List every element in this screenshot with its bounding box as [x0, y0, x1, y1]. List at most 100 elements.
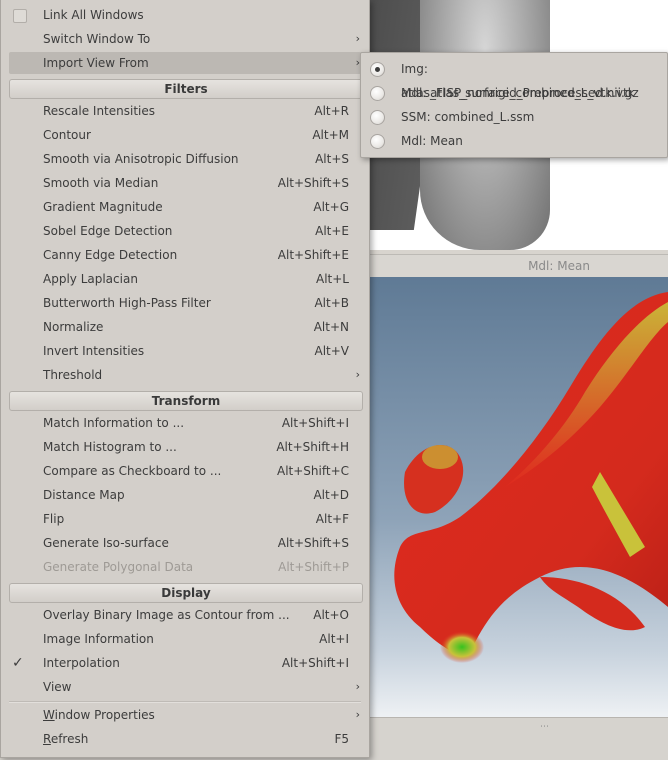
checkmark-icon: ✓ — [12, 655, 24, 671]
menu-item-label: Canny Edge Detection — [43, 248, 178, 262]
menu-item-label: Overlay Binary Image as Contour from ... — [43, 608, 290, 622]
menu-item-shortcut: Alt+Shift+E — [277, 248, 349, 262]
menu-item-label: Contour — [43, 128, 91, 142]
menu-item-label: Butterworth High-Pass Filter — [43, 296, 211, 310]
radio-icon[interactable] — [370, 134, 385, 149]
menu-item-label: Gradient Magnitude — [43, 200, 163, 214]
menu-item-shortcut: Alt+Shift+I — [281, 656, 349, 670]
menu-item-label: Window Properties — [43, 703, 155, 727]
menu-item-label: Smooth via Median — [43, 176, 159, 190]
menu-item-label: Apply Laplacian — [43, 272, 138, 286]
menu-item-compare-checkboard[interactable]: Compare as Checkboard to ... Alt+Shift+C — [1, 459, 369, 483]
menu-item-label: Match Information to ... — [43, 416, 185, 430]
menu-item-match-information[interactable]: Match Information to ... Alt+Shift+I — [1, 411, 369, 435]
menu-item-label: Match Histogram to ... — [43, 440, 177, 454]
menu-item-shortcut: Alt+L — [316, 272, 349, 286]
context-menu: Link All Windows Switch Window To › Impo… — [0, 0, 370, 758]
menu-item-canny-edge[interactable]: Canny Edge Detection Alt+Shift+E — [1, 243, 369, 267]
menu-item-label: Rescale Intensities — [43, 104, 156, 118]
submenu-item-label: SSM: combined_L.ssm — [401, 110, 535, 124]
menu-item-normalize[interactable]: Normalize Alt+N — [1, 315, 369, 339]
menu-item-label: Switch Window To — [43, 32, 151, 46]
menu-item-gradient-magnitude[interactable]: Gradient Magnitude Alt+G — [1, 195, 369, 219]
menu-item-label: Interpolation — [43, 656, 120, 670]
submenu-item-label: Mdl: Mean — [401, 134, 463, 148]
menu-item-shortcut: Alt+O — [313, 608, 349, 622]
menu-item-label: Normalize — [43, 320, 104, 334]
menu-item-shortcut: Alt+Shift+H — [276, 440, 349, 454]
menu-item-shortcut: Alt+Shift+I — [281, 416, 349, 430]
menu-item-import-view-from[interactable]: Import View From › — [1, 51, 369, 75]
menu-item-window-properties[interactable]: Window Properties › — [1, 703, 369, 727]
menu-item-shortcut: Alt+M — [312, 128, 349, 142]
section-header-transform: Transform — [9, 391, 363, 411]
chevron-right-icon: › — [355, 708, 360, 721]
mnemonic-letter: R — [43, 732, 51, 746]
menu-item-link-all-windows[interactable]: Link All Windows — [1, 3, 369, 27]
menu-item-label: Distance Map — [43, 488, 125, 502]
menu-item-generate-polygonal-data: Generate Polygonal Data Alt+Shift+P — [1, 555, 369, 579]
menu-item-apply-laplacian[interactable]: Apply Laplacian Alt+L — [1, 267, 369, 291]
menu-item-shortcut: Alt+E — [315, 224, 349, 238]
radio-icon[interactable] — [370, 86, 385, 101]
menu-item-shortcut: Alt+Shift+C — [276, 464, 349, 478]
menu-item-interpolation[interactable]: ✓ Interpolation Alt+Shift+I — [1, 651, 369, 675]
menu-item-shortcut: F5 — [334, 732, 349, 746]
menu-item-shortcut: Alt+B — [314, 296, 349, 310]
menu-item-image-information[interactable]: Image Information Alt+I — [1, 627, 369, 651]
menu-item-label: Flip — [43, 512, 65, 526]
menu-item-label: Compare as Checkboard to ... — [43, 464, 222, 478]
chevron-right-icon: › — [355, 368, 360, 381]
menu-item-switch-window-to[interactable]: Switch Window To › — [1, 27, 369, 51]
section-header-display: Display — [9, 583, 363, 603]
menu-item-overlay-binary-contour[interactable]: Overlay Binary Image as Contour from ...… — [1, 603, 369, 627]
menu-item-view[interactable]: View › — [1, 675, 369, 699]
splitter-grip-icon[interactable]: ⋯ — [540, 722, 550, 732]
menu-item-shortcut: Alt+N — [313, 320, 349, 334]
menu-item-rescale-intensities[interactable]: Rescale Intensities Alt+R — [1, 99, 369, 123]
menu-item-shortcut: Alt+S — [315, 152, 349, 166]
submenu-item-ssm-combined[interactable]: SSM: combined_L.ssm — [361, 105, 667, 129]
menu-item-label: Link All Windows — [43, 8, 144, 22]
menu-item-label: Threshold — [43, 368, 103, 382]
submenu-item-mdl-atlas-surface[interactable]: Mdl: atlas_surface_combined_L_vtk.vtk — [361, 81, 667, 105]
radio-selected-icon[interactable] — [370, 62, 385, 77]
menu-item-distance-map[interactable]: Distance Map Alt+D — [1, 483, 369, 507]
submenu-item-mdl-mean[interactable]: Mdl: Mean — [361, 129, 667, 153]
menu-item-label: Import View From — [43, 56, 149, 70]
menu-item-shortcut: Alt+V — [314, 344, 349, 358]
menu-item-label: Invert Intensities — [43, 344, 145, 358]
viewport-title: Mdl: Mean — [528, 259, 590, 273]
menu-item-match-histogram[interactable]: Match Histogram to ... Alt+Shift+H — [1, 435, 369, 459]
section-header-filters: Filters — [9, 79, 363, 99]
mnemonic-letter: W — [43, 708, 55, 722]
checkbox-icon[interactable] — [13, 9, 27, 23]
menu-item-shortcut: Alt+Shift+P — [278, 560, 349, 574]
menu-item-label: View — [43, 680, 72, 694]
menu-item-flip[interactable]: Flip Alt+F — [1, 507, 369, 531]
submenu-item-label: Mdl: atlas_surface_combined_L_vtk.vtk — [401, 86, 635, 100]
menu-item-generate-iso-surface[interactable]: Generate Iso-surface Alt+Shift+S — [1, 531, 369, 555]
menu-item-smooth-anisotropic[interactable]: Smooth via Anisotropic Diffusion Alt+S — [1, 147, 369, 171]
menu-item-sobel-edge[interactable]: Sobel Edge Detection Alt+E — [1, 219, 369, 243]
menu-item-shortcut: Alt+Shift+S — [277, 536, 349, 550]
chevron-right-icon: › — [355, 32, 360, 45]
menu-item-threshold[interactable]: Threshold › — [1, 363, 369, 387]
menu-item-label: Smooth via Anisotropic Diffusion — [43, 152, 239, 166]
menu-item-contour[interactable]: Contour Alt+M — [1, 123, 369, 147]
label-rest: indow Properties — [54, 708, 155, 722]
submenu-item-img-atlas[interactable]: Img: atlas_FISP_nonrigid_Preprocessed.ni… — [361, 57, 667, 100]
menu-item-shortcut: Alt+F — [315, 512, 349, 526]
menu-item-shortcut: Alt+R — [314, 104, 349, 118]
menu-item-shortcut: Alt+Shift+S — [277, 176, 349, 190]
menu-item-invert-intensities[interactable]: Invert Intensities Alt+V — [1, 339, 369, 363]
menu-item-label: Sobel Edge Detection — [43, 224, 173, 238]
menu-item-refresh[interactable]: Refresh F5 — [1, 727, 369, 751]
menu-item-label: Generate Iso-surface — [43, 536, 169, 550]
label-rest: efresh — [50, 732, 89, 746]
menu-item-butterworth[interactable]: Butterworth High-Pass Filter Alt+B — [1, 291, 369, 315]
menu-item-label: Image Information — [43, 632, 154, 646]
menu-item-shortcut: Alt+G — [313, 200, 349, 214]
radio-icon[interactable] — [370, 110, 385, 125]
menu-item-smooth-median[interactable]: Smooth via Median Alt+Shift+S — [1, 171, 369, 195]
